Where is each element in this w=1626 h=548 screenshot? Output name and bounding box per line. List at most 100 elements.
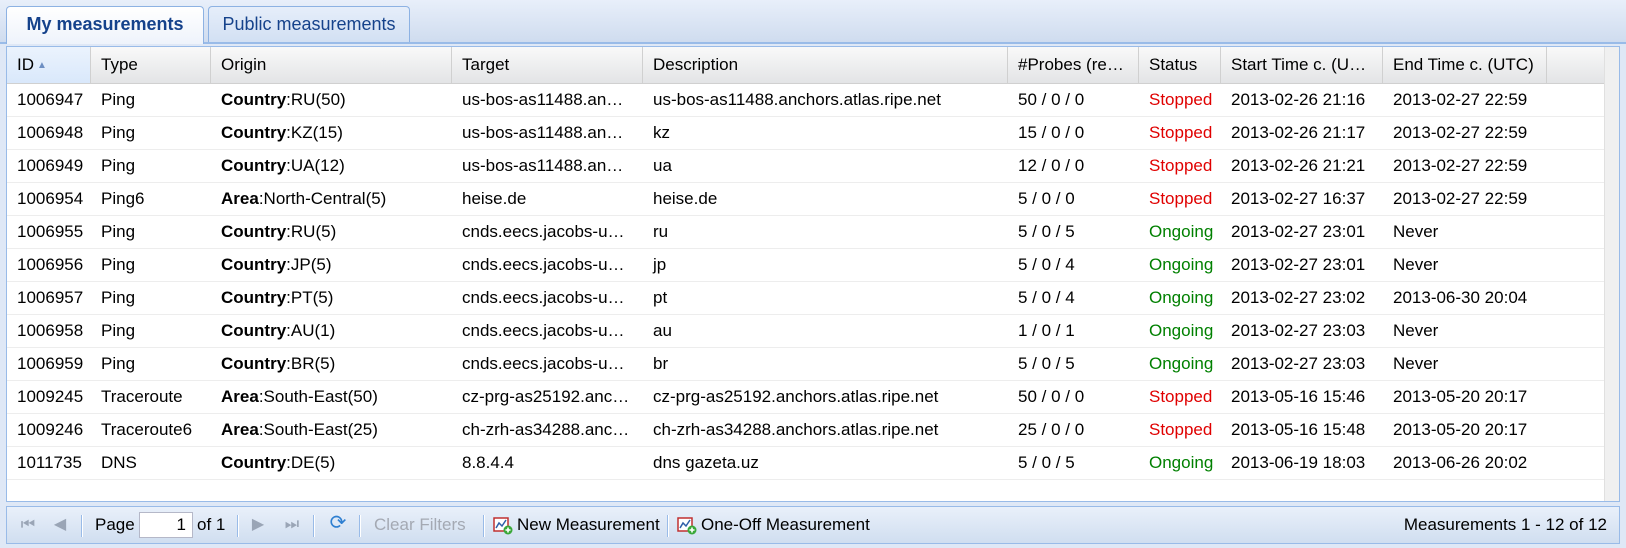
table-row[interactable]: 1006958 Ping Country:AU(1) cnds.eecs.jacobs…: [7, 315, 1607, 348]
one-off-measurement-icon[interactable]: [677, 515, 697, 535]
origin-value: :AU(1): [286, 321, 336, 340]
cell-start-time: 2013-06-19 18:03: [1231, 453, 1366, 472]
cell-origin: Area:South-East(50): [211, 381, 452, 413]
cell-end-time: 2013-06-30 20:04: [1393, 288, 1528, 307]
cell-probes: 50 / 0 / 0: [1018, 387, 1085, 406]
table-row[interactable]: 1006954 Ping6 Area:North-Central(5) heise.d…: [7, 183, 1607, 216]
cell-id: 1006947: [17, 90, 84, 109]
column-header-probes[interactable]: #Probes (re…: [1008, 47, 1139, 83]
cell-start-time: 2013-02-26 21:16: [1231, 90, 1366, 109]
cell-type: Traceroute6: [101, 420, 193, 439]
cell-status: Stopped: [1149, 387, 1213, 406]
column-header-id[interactable]: ID ▲: [7, 47, 91, 83]
cell-description: pt: [653, 288, 668, 307]
column-header-target[interactable]: Target: [452, 47, 643, 83]
cell-id: 1006948: [17, 123, 84, 142]
column-header-status[interactable]: Status: [1139, 47, 1221, 83]
table-row[interactable]: 1006956 Ping Country:JP(5) cnds.eecs.jacobs…: [7, 249, 1607, 282]
tab-public-measurements[interactable]: Public measurements: [208, 6, 410, 42]
table-row[interactable]: 1006948 Ping Country:KZ(15) us-bos-as11488.…: [7, 117, 1607, 150]
cell-start-time: 2013-05-16 15:46: [1231, 387, 1366, 406]
table-row[interactable]: 1009245 Traceroute Area:South-East(50) cz-p…: [7, 381, 1607, 414]
cell-origin: Country:RU(5): [211, 216, 452, 248]
table-row[interactable]: 1006949 Ping Country:UA(12) us-bos-as11488.…: [7, 150, 1607, 183]
table-row[interactable]: 1006959 Ping Country:BR(5) cnds.eecs.jacobs…: [7, 348, 1607, 381]
cell-origin: Area:North-Central(5): [211, 183, 452, 215]
origin-key: Country: [221, 288, 287, 307]
origin-key: Area: [221, 420, 259, 439]
measurements-summary: Measurements 1 - 12 of 12: [1403, 515, 1607, 534]
tab-my-measurements[interactable]: My measurements: [6, 6, 204, 44]
table-row[interactable]: 1006955 Ping Country:RU(5) cnds.eecs.jacobs…: [7, 216, 1607, 249]
cell-end-time: 2013-02-27 22:59: [1393, 123, 1528, 142]
sort-ascending-icon: ▲: [37, 59, 47, 71]
last-page-icon[interactable]: ⏭: [283, 516, 301, 534]
vertical-scrollbar[interactable]: [1604, 47, 1619, 501]
table-row[interactable]: 1009246 Traceroute6 Area:South-East(25) ch-…: [7, 414, 1607, 447]
refresh-icon[interactable]: ⟳: [329, 513, 347, 533]
cell-probes: 5 / 0 / 0: [1018, 189, 1075, 208]
cell-target: 8.8.4.4: [462, 453, 514, 472]
next-page-icon[interactable]: ▶: [249, 516, 267, 534]
column-header-type[interactable]: Type: [91, 47, 211, 83]
cell-description: heise.de: [653, 189, 718, 208]
cell-description: dns gazeta.uz: [653, 453, 759, 472]
cell-probes: 5 / 0 / 5: [1018, 453, 1075, 472]
column-header-end-time[interactable]: End Time c. (UTC): [1383, 47, 1547, 83]
new-measurement-icon[interactable]: [493, 515, 513, 535]
first-page-icon[interactable]: ⏮: [19, 516, 37, 534]
cell-probes: 25 / 0 / 0: [1018, 420, 1085, 439]
column-header-origin[interactable]: Origin: [211, 47, 452, 83]
cell-status: Stopped: [1149, 420, 1213, 439]
cell-end-time: Never: [1393, 222, 1439, 241]
cell-origin: Country:AU(1): [211, 315, 452, 347]
origin-key: Country: [221, 453, 287, 472]
origin-value: :UA(12): [286, 156, 345, 175]
cell-end-time: 2013-02-27 22:59: [1393, 90, 1528, 109]
origin-value: :North-Central(5): [258, 189, 387, 208]
one-off-measurement-button[interactable]: One-Off Measurement: [701, 507, 870, 543]
cell-id: 1006949: [17, 156, 84, 175]
cell-status: Ongoing: [1149, 255, 1214, 274]
page-label: Page: [95, 515, 135, 534]
cell-status: Ongoing: [1149, 321, 1214, 340]
cell-type: Ping: [101, 222, 136, 241]
cell-origin: Country:UA(12): [211, 150, 452, 182]
origin-value: :RU(50): [286, 90, 346, 109]
cell-probes: 5 / 0 / 4: [1018, 255, 1075, 274]
table-row[interactable]: 1006957 Ping Country:PT(5) cnds.eecs.jacobs…: [7, 282, 1607, 315]
cell-start-time: 2013-02-27 23:01: [1231, 222, 1366, 241]
new-measurement-button[interactable]: New Measurement: [517, 507, 660, 543]
toolbar-separator: [483, 515, 485, 537]
cell-probes: 1 / 0 / 1: [1018, 321, 1075, 340]
column-header-description[interactable]: Description: [643, 47, 1008, 83]
paging-toolbar: ⏮ ◀ Page of 1 ▶ ⏭ ⟳ Clear Filters New Me…: [6, 506, 1620, 544]
cell-status: Stopped: [1149, 189, 1213, 208]
cell-probes: 15 / 0 / 0: [1018, 123, 1085, 142]
origin-value: :JP(5): [286, 255, 332, 274]
cell-description: us-bos-as11488.anchors.atlas.ripe.net: [653, 90, 941, 109]
cell-origin: Country:RU(50): [211, 84, 452, 116]
page-number-input[interactable]: [139, 512, 193, 538]
cell-target: us-bos-as11488.an…: [462, 90, 624, 109]
measurements-grid: ID ▲ Type Origin Target Description #Prob…: [6, 46, 1620, 502]
origin-value: :BR(5): [286, 354, 336, 373]
prev-page-icon[interactable]: ◀: [51, 516, 69, 534]
cell-id: 1006957: [17, 288, 84, 307]
cell-description: kz: [653, 123, 670, 142]
table-row[interactable]: 1011735 DNS Country:DE(5) 8.8.4.4 dns gazeta…: [7, 447, 1607, 480]
cell-type: Ping: [101, 354, 136, 373]
table-row[interactable]: 1006947 Ping Country:RU(50) us-bos-as11488.…: [7, 84, 1607, 117]
cell-status: Ongoing: [1149, 222, 1214, 241]
clear-filters-button[interactable]: Clear Filters: [374, 507, 466, 543]
origin-key: Country: [221, 90, 287, 109]
cell-target: us-bos-as11488.an…: [462, 123, 624, 142]
column-header-start-time[interactable]: Start Time c. (U…: [1221, 47, 1383, 83]
cell-start-time: 2013-02-27 16:37: [1231, 189, 1366, 208]
cell-probes: 5 / 0 / 5: [1018, 354, 1075, 373]
origin-value: :South-East(50): [258, 387, 378, 406]
cell-origin: Country:KZ(15): [211, 117, 452, 149]
origin-key: Country: [221, 156, 287, 175]
origin-key: Country: [221, 222, 287, 241]
cell-type: Ping: [101, 123, 136, 142]
